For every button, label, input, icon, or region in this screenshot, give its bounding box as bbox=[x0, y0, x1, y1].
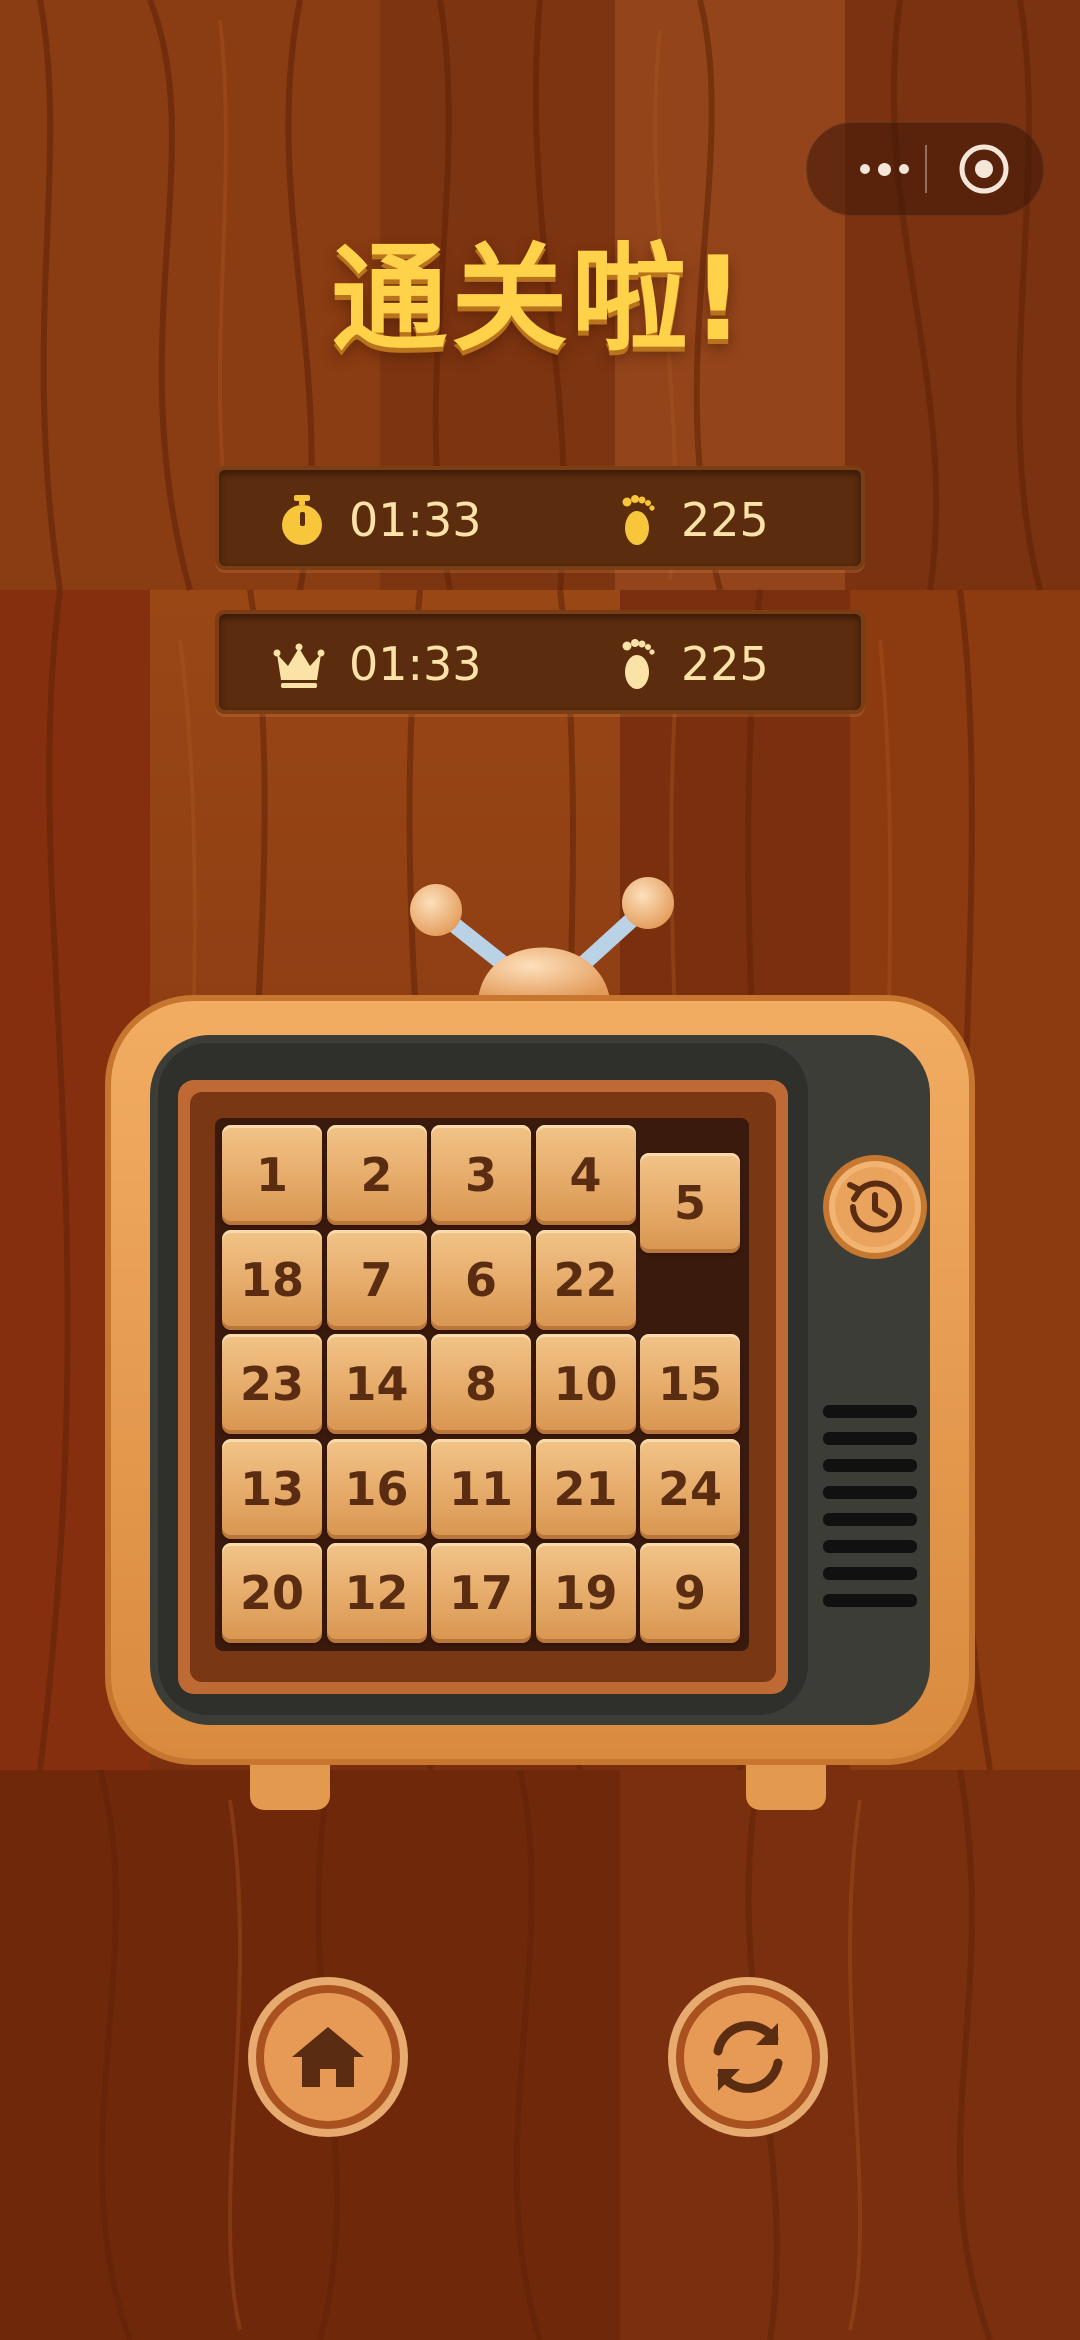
puzzle-tile[interactable]: 17 bbox=[431, 1543, 531, 1643]
undo-button[interactable] bbox=[820, 1152, 930, 1262]
puzzle-tile[interactable]: 5 bbox=[640, 1153, 740, 1253]
home-icon bbox=[248, 1977, 408, 2137]
puzzle-tile[interactable]: 21 bbox=[535, 1438, 636, 1539]
puzzle-tile[interactable]: 2 bbox=[326, 1125, 427, 1225]
refresh-icon bbox=[668, 1977, 828, 2137]
puzzle-tile[interactable]: 11 bbox=[431, 1438, 531, 1539]
restart-button[interactable] bbox=[666, 1975, 830, 2139]
puzzle-tile[interactable]: 10 bbox=[535, 1334, 636, 1434]
puzzle-tile[interactable]: 7 bbox=[326, 1229, 427, 1330]
puzzle-tile[interactable]: 23 bbox=[222, 1334, 322, 1434]
puzzle-tile[interactable]: 13 bbox=[222, 1438, 322, 1539]
puzzle-tile[interactable]: 9 bbox=[640, 1543, 740, 1643]
puzzle-tile[interactable]: 20 bbox=[222, 1543, 322, 1643]
puzzle-tile[interactable]: 15 bbox=[640, 1334, 740, 1434]
tv-antenna bbox=[410, 877, 674, 1000]
puzzle-tile[interactable]: 1 bbox=[222, 1125, 322, 1225]
puzzle-tile[interactable]: 16 bbox=[326, 1438, 427, 1539]
puzzle-tile[interactable]: 22 bbox=[535, 1229, 636, 1330]
puzzle-tile[interactable]: 18 bbox=[222, 1229, 322, 1330]
puzzle-tile[interactable]: 19 bbox=[535, 1543, 636, 1643]
home-button[interactable] bbox=[246, 1975, 410, 2139]
puzzle-tile[interactable]: 3 bbox=[431, 1125, 531, 1225]
history-undo-icon bbox=[823, 1155, 927, 1259]
game-screen: 通关啦! 01:33 225 01:33 225 1 2 3 4 5 18 7 … bbox=[0, 0, 1080, 2340]
puzzle-tile[interactable]: 4 bbox=[535, 1125, 636, 1225]
puzzle-tile[interactable]: 8 bbox=[431, 1334, 531, 1434]
puzzle-tile[interactable]: 12 bbox=[326, 1543, 427, 1643]
puzzle-tile[interactable]: 14 bbox=[326, 1334, 427, 1434]
puzzle-tile[interactable]: 6 bbox=[431, 1229, 531, 1330]
puzzle-board: 1 2 3 4 5 18 7 6 22 23 14 8 10 15 13 16 11 21 24 20 12 17 19 9 bbox=[220, 1123, 744, 1646]
puzzle-tile[interactable]: 24 bbox=[640, 1438, 740, 1539]
